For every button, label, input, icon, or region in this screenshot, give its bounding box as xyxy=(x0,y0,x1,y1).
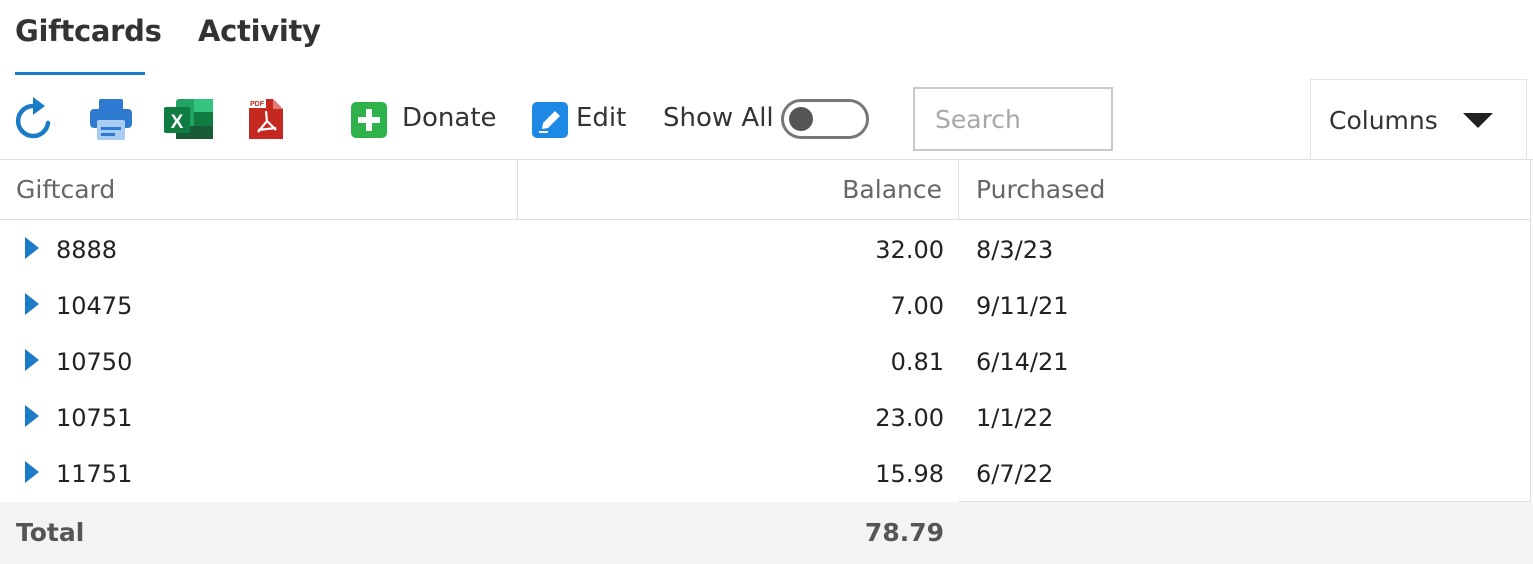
chevron-down-icon xyxy=(1463,113,1493,128)
column-header-balance[interactable]: Balance xyxy=(518,160,959,220)
giftcard-cell: 10751 xyxy=(56,404,133,432)
table-row[interactable]: 10475 7.00 9/11/21 xyxy=(0,278,1533,334)
pencil-icon xyxy=(532,102,568,138)
column-header-purchased[interactable]: Purchased xyxy=(959,160,1531,220)
expand-icon[interactable] xyxy=(25,349,39,371)
columns-label: Columns xyxy=(1329,106,1438,135)
refresh-icon[interactable] xyxy=(13,97,53,145)
total-label: Total xyxy=(16,518,85,547)
donate-label[interactable]: Donate xyxy=(402,103,497,133)
tab-activity[interactable]: Activity xyxy=(198,14,321,48)
show-all-label: Show All xyxy=(663,103,774,133)
column-header-giftcard[interactable]: Giftcard xyxy=(0,160,518,220)
giftcard-cell: 8888 xyxy=(56,236,118,264)
edit-label[interactable]: Edit xyxy=(576,103,626,133)
expand-icon[interactable] xyxy=(25,293,39,315)
purchased-cell: 6/14/21 xyxy=(976,348,1069,376)
purchased-cell: 1/1/22 xyxy=(976,404,1054,432)
show-all-toggle[interactable] xyxy=(781,99,869,139)
active-tab-indicator xyxy=(15,72,145,75)
search-input[interactable] xyxy=(913,87,1113,151)
giftcard-cell: 10475 xyxy=(56,292,133,320)
expand-icon[interactable] xyxy=(25,405,39,427)
total-row: Total 78.79 xyxy=(0,502,1533,564)
purchased-cell: 9/11/21 xyxy=(976,292,1069,320)
edit-button[interactable] xyxy=(531,102,569,142)
plus-icon xyxy=(351,102,387,138)
toggle-knob xyxy=(789,107,813,131)
balance-cell: 23.00 xyxy=(875,404,944,432)
total-balance: 78.79 xyxy=(864,518,944,547)
expand-icon[interactable] xyxy=(25,461,39,483)
balance-cell: 0.81 xyxy=(890,348,944,376)
excel-icon[interactable]: X xyxy=(164,97,214,145)
purchased-cell: 6/7/22 xyxy=(976,460,1054,488)
donate-button[interactable] xyxy=(350,102,388,142)
balance-cell: 15.98 xyxy=(875,460,944,488)
table-row[interactable]: 11751 15.98 6/7/22 xyxy=(0,446,1533,502)
balance-cell: 7.00 xyxy=(890,292,944,320)
table-row[interactable]: 10750 0.81 6/14/21 xyxy=(0,334,1533,390)
giftcard-cell: 11751 xyxy=(56,460,133,488)
expand-icon[interactable] xyxy=(25,237,39,259)
pdf-icon[interactable]: PDF xyxy=(247,97,285,145)
svg-text:PDF: PDF xyxy=(250,101,265,108)
columns-dropdown[interactable]: Columns xyxy=(1310,79,1527,160)
giftcard-cell: 10750 xyxy=(56,348,133,376)
table-row[interactable]: 10751 23.00 1/1/22 xyxy=(0,390,1533,446)
purchased-cell: 8/3/23 xyxy=(976,236,1054,264)
balance-cell: 32.00 xyxy=(875,236,944,264)
print-icon[interactable] xyxy=(88,98,134,146)
tab-giftcards[interactable]: Giftcards xyxy=(15,14,162,48)
svg-text:X: X xyxy=(171,112,184,133)
table-row[interactable]: 8888 32.00 8/3/23 xyxy=(0,222,1533,278)
